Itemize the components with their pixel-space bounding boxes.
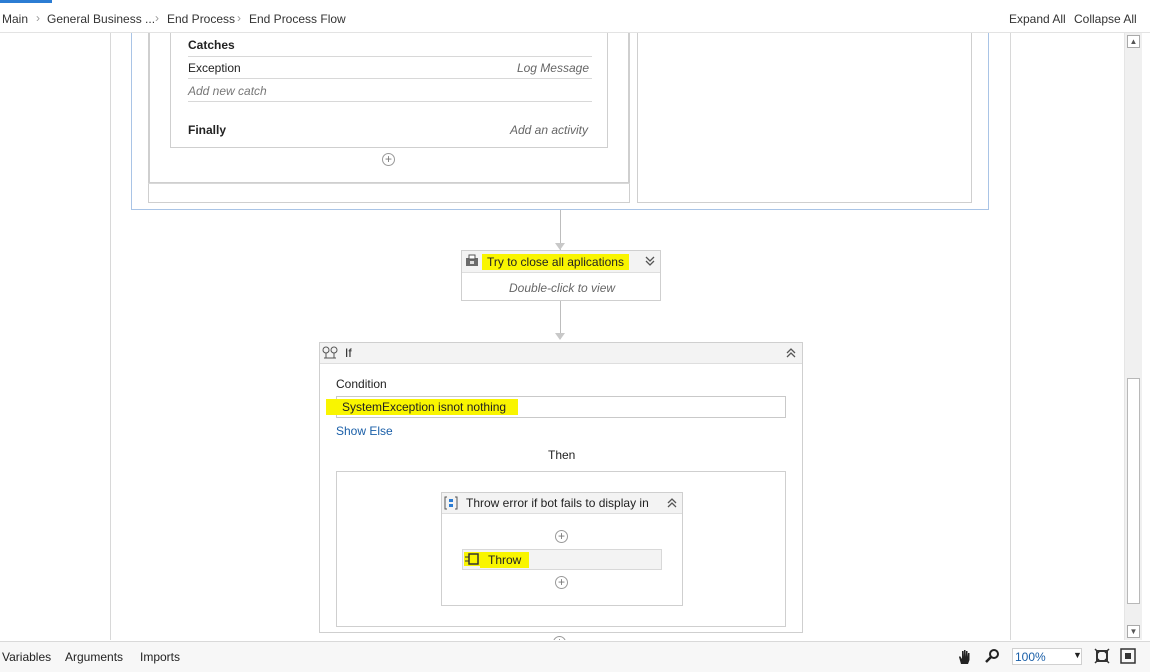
plus-circle-icon[interactable]: + [555, 530, 568, 543]
try-catch-block[interactable]: Catches Exception Log Message Add new ca… [170, 33, 608, 148]
connector-arrowhead [555, 243, 565, 250]
throw-label[interactable]: Throw [480, 552, 530, 568]
add-new-catch-link[interactable]: Add new catch [188, 84, 267, 98]
fit-to-screen-icon[interactable] [1094, 648, 1110, 664]
then-label: Then [548, 448, 576, 462]
designer-header: Main › General Business ... › End Proces… [0, 3, 1150, 33]
imports-tab[interactable]: Imports [140, 650, 180, 664]
right-branch[interactable] [637, 33, 972, 203]
variables-tab[interactable]: Variables [2, 650, 51, 664]
double-click-hint: Double-click to view [509, 281, 616, 295]
throw-icon [464, 552, 480, 566]
finally-label: Finally [188, 123, 227, 137]
zoom-icon[interactable] [984, 648, 1000, 664]
sequence-title[interactable]: Throw error if bot fails to display in [466, 496, 649, 510]
divider [188, 78, 592, 79]
bottom-bar: Variables Arguments Imports 100% ▼ [0, 641, 1150, 672]
breadcrumb-end-process[interactable]: End Process [167, 12, 235, 26]
chevron-right-icon: › [237, 11, 241, 25]
plus-circle-icon[interactable]: + [553, 636, 566, 640]
collapse-double-chevron-icon[interactable] [667, 497, 677, 509]
sequence-icon [465, 254, 479, 267]
expand-double-chevron-icon[interactable] [645, 255, 655, 267]
catches-label: Catches [188, 38, 235, 52]
vertical-scrollbar[interactable]: ▲ ▼ [1124, 33, 1142, 640]
if-title[interactable]: If [345, 346, 352, 360]
condition-value[interactable]: SystemException isnot nothing [326, 399, 519, 415]
sequence-icon [444, 496, 458, 510]
then-container[interactable]: Throw error if bot fails to display in +… [336, 471, 786, 627]
log-message-activity[interactable]: Log Message [517, 61, 589, 75]
if-activity[interactable]: If Condition SystemException isnot nothi… [319, 342, 803, 633]
arguments-tab[interactable]: Arguments [65, 650, 123, 664]
collapse-double-chevron-icon[interactable] [786, 347, 796, 359]
connector-arrowhead [555, 333, 565, 340]
plus-circle-icon[interactable]: + [555, 576, 568, 589]
scroll-up-icon[interactable]: ▲ [1127, 35, 1140, 48]
breadcrumb-main[interactable]: Main [2, 12, 28, 26]
hand-pan-icon[interactable] [956, 648, 974, 666]
if-header [320, 343, 802, 364]
exception-label[interactable]: Exception [188, 61, 241, 75]
left-branch-divider [148, 183, 630, 184]
expand-all-button[interactable]: Expand All [1009, 12, 1066, 26]
scrollbar-thumb[interactable] [1127, 378, 1140, 604]
zoom-select[interactable]: 100% ▼ [1012, 648, 1082, 665]
canvas-border-left [110, 33, 111, 640]
chevron-right-icon: › [36, 11, 40, 25]
condition-input[interactable]: SystemException isnot nothing [326, 396, 786, 418]
breadcrumb-general-business[interactable]: General Business ... [47, 12, 155, 26]
condition-label: Condition [336, 377, 387, 391]
add-activity-link[interactable]: Add an activity [510, 123, 588, 137]
breadcrumb-end-process-flow[interactable]: End Process Flow [249, 12, 346, 26]
show-else-link[interactable]: Show Else [336, 424, 393, 438]
zoom-value[interactable]: 100% [1015, 650, 1046, 664]
close-applications-title[interactable]: Try to close all aplications [482, 254, 629, 270]
scroll-down-icon[interactable]: ▼ [1127, 625, 1140, 638]
collapse-all-button[interactable]: Collapse All [1074, 12, 1137, 26]
plus-circle-icon[interactable]: + [382, 153, 395, 166]
chevron-right-icon: › [155, 11, 159, 25]
canvas-border-right [1010, 33, 1011, 640]
chevron-down-icon[interactable]: ▼ [1073, 650, 1082, 660]
divider [188, 56, 592, 57]
throw-sequence[interactable]: Throw error if bot fails to display in +… [441, 492, 683, 606]
if-icon [322, 346, 338, 360]
reset-zoom-icon[interactable] [1120, 648, 1136, 664]
close-applications-activity[interactable]: Try to close all aplications Double-clic… [461, 250, 661, 301]
divider [188, 101, 592, 102]
workflow-canvas[interactable]: Catches Exception Log Message Add new ca… [0, 33, 1122, 640]
throw-activity[interactable]: Throw [462, 549, 662, 570]
